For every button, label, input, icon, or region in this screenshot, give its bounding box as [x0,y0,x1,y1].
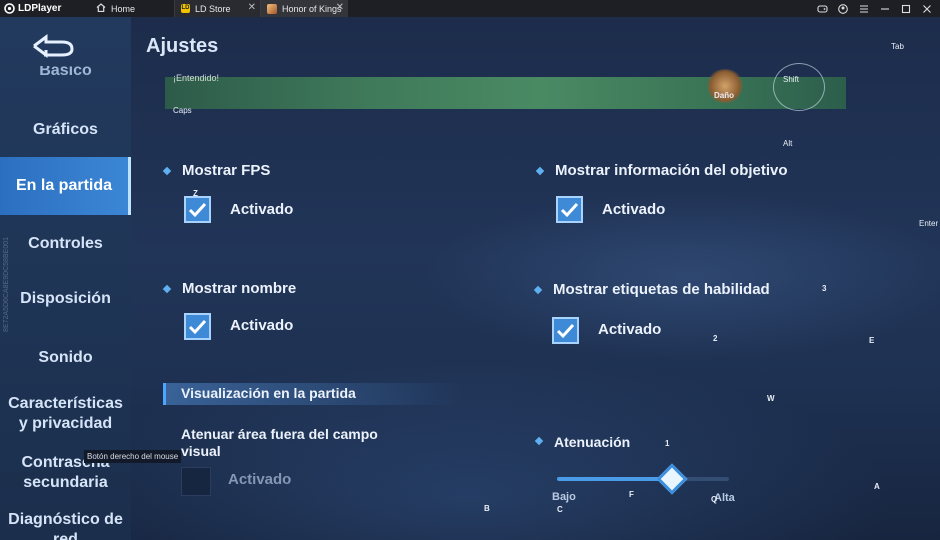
menu-icon[interactable] [859,4,869,14]
checkmark-icon [560,202,579,217]
account-icon[interactable] [838,3,848,14]
show-name-title: Mostrar nombre [182,280,297,297]
right-click-tooltip: Botón derecho del mouse [84,450,182,463]
tab-label: LD Store [195,3,231,14]
emulator-watermark: 8E72A5D6CA8E9DC58BE001 [3,237,10,332]
sidebar-item-label: Diagnóstico de red [8,511,123,540]
sidebar-item-label: En la partida [15,177,113,194]
tab-ld-store[interactable]: LD LD Store ✕ [174,0,260,17]
window-controls [817,0,932,17]
tab-label: Honor of Kings [282,3,342,14]
option-bullet-icon [534,436,544,446]
option-bullet-icon [162,166,172,176]
key-hint-w: W [767,394,775,403]
dim-outside-fov-checkbox[interactable] [181,467,211,496]
sidebar-item-basico[interactable]: Básico [0,66,131,80]
tab-honor-of-kings[interactable]: Honor of Kings ✕ [260,0,348,17]
key-hint-alt: Alt [783,139,793,148]
damage-label: Daño [714,91,734,100]
key-hint-caps: Caps [173,106,192,115]
key-hint-c: C [557,505,563,514]
show-fps-checkbox[interactable] [184,196,211,223]
show-skill-labels-label: Activado [598,321,662,338]
section-title: Visualización en la partida [181,385,356,401]
attenuation-title: Atenuación [554,434,631,450]
attenuation-slider-handle[interactable] [656,463,688,495]
key-hint-e: E [869,336,875,345]
key-hint-tab: Tab [891,42,904,51]
section-header-ingame-display: Visualización en la partida [163,383,463,405]
close-tab-icon[interactable]: ✕ [248,2,256,13]
attenuation-low-label: Bajo [552,491,576,503]
checkmark-icon [556,323,575,338]
game-settings-screen: Básico Gráficos En la partida Controles … [0,17,940,540]
ld-store-icon: LD [181,4,190,13]
dim-outside-fov-title: Atenuar área fuera del campo visual [181,426,378,459]
attenuation-slider-fill [557,477,673,481]
sidebar-item-en-la-partida[interactable]: En la partida [0,157,131,215]
sidebar-item-diagnostico-red[interactable]: Diagnóstico de red [0,510,131,540]
key-hint-1: 1 [665,439,670,448]
show-target-info-label: Activado [602,201,666,218]
sidebar-item-label: Gráficos [33,121,98,138]
sidebar-item-label: Características y privacidad [8,395,123,432]
key-hint-f: F [629,490,634,499]
key-hint-3: 3 [822,284,827,293]
key-hint-a: A [874,482,880,491]
show-skill-labels-checkbox[interactable] [552,317,579,344]
checkmark-icon [188,319,207,334]
gamepad-icon[interactable] [817,4,828,14]
show-skill-labels-title: Mostrar etiquetas de habilidad [553,281,770,298]
sidebar-item-caracteristicas-privacidad[interactable]: Características y privacidad [0,394,131,434]
ldplayer-logo-icon [4,3,15,14]
key-hint-2: 2 [713,334,718,343]
minimize-icon[interactable] [880,4,890,14]
tab-label: Home [111,3,136,14]
game-preview-strip: ¡Entendido! Daño Shift [165,63,846,111]
dim-outside-fov-label: Activado [228,471,292,488]
page-title: Ajustes [146,35,219,57]
show-fps-title: Mostrar FPS [182,162,271,179]
checkmark-icon [188,202,207,217]
app-name: LDPlayer [18,3,62,14]
sidebar-item-disposicion[interactable]: Disposición [0,289,131,309]
key-hint-q: Q [711,495,718,504]
attenuation-slider[interactable] [557,477,729,481]
sidebar-item-graficos[interactable]: Gráficos [0,120,131,140]
shift-skill-ring-icon [773,63,825,111]
show-name-checkbox[interactable] [184,313,211,340]
tab-home[interactable]: Home [86,0,174,17]
close-tab-icon[interactable]: ✕ [336,2,344,13]
option-bullet-icon [535,166,545,176]
show-target-info-checkbox[interactable] [556,196,583,223]
close-icon[interactable] [922,4,932,14]
option-bullet-icon [533,285,543,295]
show-name-label: Activado [230,317,294,334]
option-bullet-icon [162,284,172,294]
sidebar-item-sonido[interactable]: Sonido [0,348,131,368]
key-hint-enter: Enter [919,219,939,228]
ldplayer-brand: LDPlayer [0,0,86,17]
sidebar-item-label: Disposición [20,290,111,307]
sidebar-item-controles[interactable]: Controles [0,234,131,254]
show-fps-label: Activado [230,201,294,218]
restore-icon[interactable] [901,4,911,14]
sidebar-item-label: Sonido [38,349,93,366]
emulator-title-bar: LDPlayer Home LD LD Store ✕ Honor of Kin… [0,0,940,17]
honor-of-kings-icon [267,3,277,14]
back-arrow-icon[interactable] [26,31,76,61]
sidebar-item-label: Básico [39,66,92,79]
preview-hint-text: ¡Entendido! [173,73,220,83]
show-target-info-title: Mostrar información del objetivo [555,162,788,179]
key-hint-shift: Shift [783,75,800,84]
home-icon [96,3,106,14]
key-hint-b: B [484,504,490,513]
sidebar-item-label: Controles [28,235,103,252]
